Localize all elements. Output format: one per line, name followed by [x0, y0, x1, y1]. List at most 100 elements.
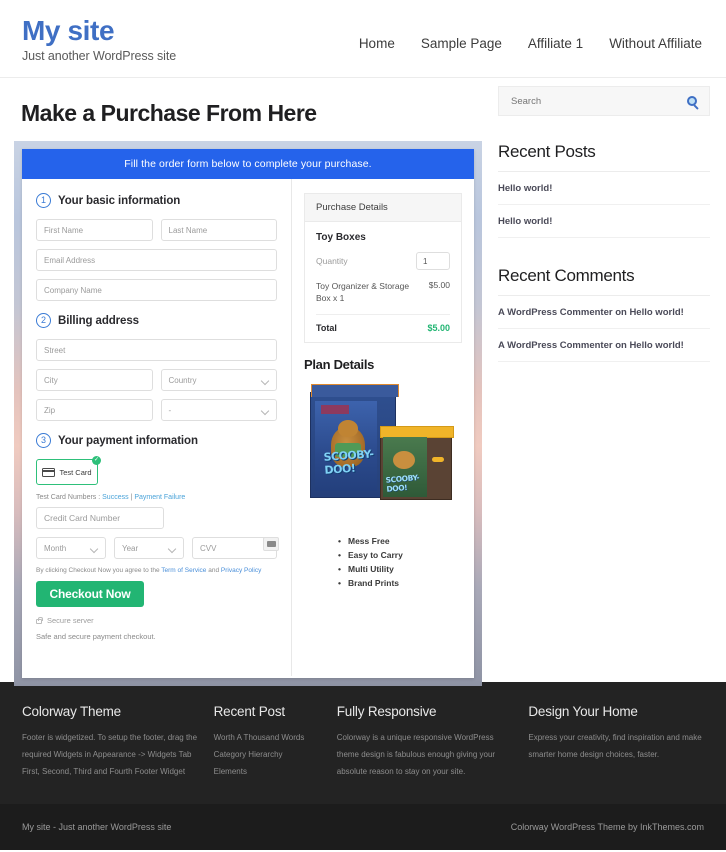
test-card-failure-link[interactable]: Payment Failure: [134, 494, 185, 501]
order-form-card: Fill the order form below to complete yo…: [22, 149, 474, 678]
test-card-numbers-line: Test Card Numbers : Success | Payment Fa…: [36, 494, 277, 501]
list-item[interactable]: Elements: [214, 764, 321, 781]
toy-box-large-lid: [310, 383, 399, 397]
list-item[interactable]: Hello world!: [498, 205, 710, 238]
feature-item: Multi Utility: [338, 564, 462, 574]
test-card-success-link[interactable]: Success: [102, 494, 128, 501]
payment-method-test-card[interactable]: Test Card ✓: [36, 456, 101, 485]
card-back-icon: [266, 541, 276, 547]
footer-column-title: Design Your Home: [528, 704, 638, 719]
purchase-details-body: Toy Boxes Quantity 1 Toy Organizer & Sto…: [305, 222, 461, 342]
feature-item: Brand Prints: [338, 578, 462, 588]
recent-posts-title: Recent Posts: [498, 142, 710, 172]
site-title[interactable]: My site: [22, 16, 176, 46]
list-item[interactable]: A WordPress Commenter on Hello world!: [498, 329, 710, 362]
last-name-input[interactable]: Last Name: [160, 219, 277, 241]
brand-tag: [320, 404, 349, 414]
name-row: First Name Last Name: [36, 219, 277, 241]
search-icon[interactable]: [687, 96, 697, 106]
search-input[interactable]: [511, 95, 661, 107]
footer-column-text: Colorway is a unique responsive WordPres…: [336, 733, 496, 776]
feature-list: Mess Free Easy to Carry Multi Utility Br…: [304, 536, 462, 588]
credit-card-number-input[interactable]: Credit Card Number: [36, 507, 164, 529]
total-label: Total: [316, 322, 337, 333]
nav-item-home[interactable]: Home: [359, 36, 395, 51]
brand-logo-small: SCOOBY-DOO!: [384, 472, 420, 494]
zip-input[interactable]: Zip: [36, 399, 153, 421]
brand-logo-large: SCOOBY-DOO!: [322, 447, 374, 477]
state-select[interactable]: -: [160, 399, 277, 421]
step-number-1: 1: [36, 193, 51, 208]
step-number-2: 2: [36, 313, 51, 328]
city-country-row: City Country: [36, 369, 277, 391]
footer-site-credit: My site - Just another WordPress site: [22, 822, 172, 832]
order-form-backdrop: Fill the order form below to complete yo…: [14, 141, 482, 686]
first-name-input[interactable]: First Name: [36, 219, 153, 241]
scooby-dog-icon-small: [392, 450, 415, 469]
recent-posts-list: Hello world! Hello world!: [498, 172, 710, 238]
country-select[interactable]: Country: [160, 369, 277, 391]
purchase-details-panel: Purchase Details Toy Boxes Quantity 1 To…: [304, 193, 462, 343]
total-value: $5.00: [427, 322, 450, 333]
order-form-banner: Fill the order form below to complete yo…: [22, 149, 474, 179]
order-form-body: 1 Your basic information First Name Last…: [22, 179, 474, 676]
footer-theme-credit[interactable]: Colorway WordPress Theme by InkThemes.co…: [511, 822, 704, 832]
quantity-row: Quantity 1: [316, 252, 450, 270]
recent-comments-list: A WordPress Commenter on Hello world! A …: [498, 296, 710, 362]
city-input[interactable]: City: [36, 369, 153, 391]
terms-line: By clicking Checkout Now you agree to th…: [36, 567, 277, 574]
terms-of-service-link[interactable]: Term of Service: [161, 567, 206, 574]
list-item[interactable]: Category Hierarchy: [214, 747, 321, 764]
site-header: My site Just another WordPress site Home…: [0, 0, 726, 78]
quantity-input[interactable]: 1: [416, 252, 450, 270]
widget-spacer: [498, 238, 710, 266]
company-name-input[interactable]: Company Name: [36, 279, 277, 301]
search-box[interactable]: [498, 86, 710, 116]
email-row: Email Address: [36, 249, 277, 271]
footer-column-design-your-home: Design Your Home Express your creativity…: [528, 704, 704, 778]
plan-details-title: Plan Details: [304, 356, 375, 372]
brand-block: My site Just another WordPress site: [22, 10, 177, 64]
footer-column-title: Recent Post: [213, 704, 286, 719]
street-input[interactable]: Street: [36, 339, 277, 361]
secure-server-label: Secure server: [47, 616, 94, 625]
toy-box-large-face: SCOOBY-DOO!: [314, 400, 377, 491]
nav-item-without-affiliate[interactable]: Without Affiliate: [609, 36, 702, 51]
page-title: Make a Purchase From Here: [21, 100, 317, 126]
footer-column-title: Colorway Theme: [22, 704, 121, 719]
street-row: Street: [36, 339, 277, 361]
toy-box-small-face: SCOOBY-DOO!: [382, 436, 427, 497]
expiry-cvv-row: Month Year CVV: [36, 537, 277, 559]
list-item[interactable]: Hello world!: [498, 172, 710, 205]
credit-card-icon: [42, 467, 56, 477]
checkout-now-button[interactable]: Checkout Now: [36, 581, 144, 607]
nav-item-affiliate-1[interactable]: Affiliate 1: [528, 36, 583, 51]
sidebar: Recent Posts Hello world! Hello world! R…: [498, 78, 710, 682]
footer-column-recent-post: Recent Post Worth A Thousand Words Categ…: [214, 704, 321, 778]
content-column: Make a Purchase From Here Fill the order…: [14, 78, 482, 686]
footer-widgets: Colorway Theme Footer is widgetized. To …: [0, 682, 726, 804]
step-basic-information: 1 Your basic information: [36, 193, 277, 208]
product-name: Toy Boxes: [316, 232, 366, 243]
footer-column-fully-responsive: Fully Responsive Colorway is a unique re…: [337, 704, 513, 778]
footer-column-title: Fully Responsive: [336, 704, 437, 719]
feature-item: Mess Free: [338, 536, 462, 546]
line-item-name: Toy Organizer & Storage Box x 1: [316, 281, 410, 304]
lock-icon: [36, 616, 43, 624]
order-form-right: Purchase Details Toy Boxes Quantity 1 To…: [292, 179, 474, 676]
email-input[interactable]: Email Address: [36, 249, 277, 271]
main-navigation: Home Sample Page Affiliate 1 Without Aff…: [359, 10, 704, 51]
list-item[interactable]: Worth A Thousand Words: [214, 730, 321, 747]
toy-box-small: SCOOBY-DOO!: [379, 425, 454, 500]
site-tagline: Just another WordPress site: [22, 49, 177, 64]
step-billing-address: 2 Billing address: [36, 313, 277, 328]
expiry-year-select[interactable]: Year: [114, 537, 184, 559]
cvv-hint-icon[interactable]: [263, 537, 279, 551]
nav-item-sample-page[interactable]: Sample Page: [421, 36, 502, 51]
line-item-price: $5.00: [428, 280, 450, 290]
privacy-policy-link[interactable]: Privacy Policy: [221, 567, 261, 574]
purchase-details-title: Purchase Details: [305, 194, 461, 222]
credit-card-row: Credit Card Number: [36, 507, 277, 529]
expiry-month-select[interactable]: Month: [36, 537, 106, 559]
list-item[interactable]: A WordPress Commenter on Hello world!: [498, 296, 710, 329]
